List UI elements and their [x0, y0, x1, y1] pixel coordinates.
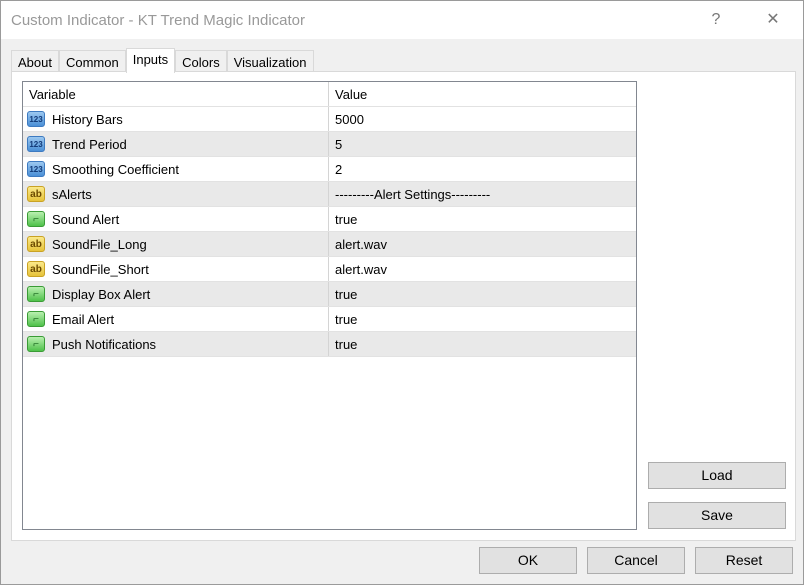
table-row[interactable]: 123 History Bars 5000 — [23, 107, 636, 132]
header-variable[interactable]: Variable — [23, 82, 329, 106]
table-row[interactable]: ab sAlerts ---------Alert Settings--------… — [23, 182, 636, 207]
integer-type-icon: 123 — [27, 161, 45, 177]
value-cell[interactable]: alert.wav — [329, 237, 387, 252]
tab-colors[interactable]: Colors — [175, 50, 227, 73]
table-row[interactable]: ⌐ Sound Alert true — [23, 207, 636, 232]
variable-name: History Bars — [52, 111, 123, 127]
boolean-type-icon: ⌐ — [27, 311, 45, 327]
integer-type-icon: 123 — [27, 111, 45, 127]
table-row[interactable]: ⌐ Email Alert true — [23, 307, 636, 332]
string-type-icon: ab — [27, 261, 45, 277]
save-button[interactable]: Save — [648, 502, 786, 529]
tab-common[interactable]: Common — [58, 50, 126, 73]
value-cell[interactable]: true — [329, 212, 357, 227]
variable-cell[interactable]: ⌐ Email Alert — [23, 307, 329, 331]
table-header: Variable Value — [23, 82, 636, 107]
variable-cell[interactable]: ab SoundFile_Long — [23, 232, 329, 256]
header-value[interactable]: Value — [329, 87, 367, 102]
boolean-type-icon: ⌐ — [27, 211, 45, 227]
tab-bar: About Common Inputs Colors Visualization — [11, 48, 314, 73]
variable-cell[interactable]: 123 Smoothing Coefficient — [23, 157, 329, 181]
variable-name: SoundFile_Short — [52, 261, 149, 277]
table-row[interactable]: 123 Smoothing Coefficient 2 — [23, 157, 636, 182]
variable-name: Email Alert — [52, 311, 115, 327]
boolean-type-icon: ⌐ — [27, 286, 45, 302]
variable-name: SoundFile_Long — [52, 236, 147, 252]
value-cell[interactable]: true — [329, 287, 357, 302]
load-button[interactable]: Load — [648, 462, 786, 489]
tab-inputs[interactable]: Inputs — [125, 48, 176, 73]
table-row[interactable]: ab SoundFile_Short alert.wav — [23, 257, 636, 282]
boolean-type-icon: ⌐ — [27, 336, 45, 352]
string-type-icon: ab — [27, 186, 45, 202]
ok-button[interactable]: OK — [479, 547, 577, 574]
variable-cell[interactable]: ⌐ Push Notifications — [23, 332, 329, 356]
variable-name: Display Box Alert — [52, 286, 151, 302]
integer-type-icon: 123 — [27, 136, 45, 152]
variable-cell[interactable]: ab sAlerts — [23, 182, 329, 206]
variable-cell[interactable]: 123 Trend Period — [23, 132, 329, 156]
value-cell[interactable]: 2 — [329, 162, 342, 177]
variable-name: sAlerts — [52, 186, 92, 202]
table-row[interactable]: 123 Trend Period 5 — [23, 132, 636, 157]
value-cell[interactable]: 5000 — [329, 112, 364, 127]
tab-visualization[interactable]: Visualization — [226, 50, 314, 73]
inputs-table[interactable]: Variable Value 123 History Bars 5000 123 Tre… — [22, 81, 637, 530]
value-cell[interactable]: alert.wav — [329, 262, 387, 277]
table-row[interactable]: ⌐ Push Notifications true — [23, 332, 636, 357]
string-type-icon: ab — [27, 236, 45, 252]
value-cell[interactable]: ---------Alert Settings--------- — [329, 187, 490, 202]
window-title: Custom Indicator - KT Trend Magic Indica… — [11, 12, 306, 29]
variable-name: Smoothing Coefficient — [52, 161, 179, 177]
variable-cell[interactable]: ⌐ Display Box Alert — [23, 282, 329, 306]
help-button[interactable]: ? — [696, 7, 736, 33]
cancel-button[interactable]: Cancel — [587, 547, 685, 574]
variable-cell[interactable]: ⌐ Sound Alert — [23, 207, 329, 231]
value-cell[interactable]: true — [329, 312, 357, 327]
table-row[interactable]: ab SoundFile_Long alert.wav — [23, 232, 636, 257]
reset-button[interactable]: Reset — [695, 547, 793, 574]
value-cell[interactable]: true — [329, 337, 357, 352]
table-row[interactable]: ⌐ Display Box Alert true — [23, 282, 636, 307]
tab-about[interactable]: About — [11, 50, 59, 73]
variable-name: Trend Period — [52, 136, 127, 152]
title-bar: Custom Indicator - KT Trend Magic Indica… — [1, 1, 803, 39]
variable-name: Sound Alert — [52, 211, 120, 227]
variable-name: Push Notifications — [52, 336, 157, 352]
value-cell[interactable]: 5 — [329, 137, 342, 152]
variable-cell[interactable]: 123 History Bars — [23, 107, 329, 131]
close-button[interactable]: ✕ — [753, 7, 793, 33]
variable-cell[interactable]: ab SoundFile_Short — [23, 257, 329, 281]
